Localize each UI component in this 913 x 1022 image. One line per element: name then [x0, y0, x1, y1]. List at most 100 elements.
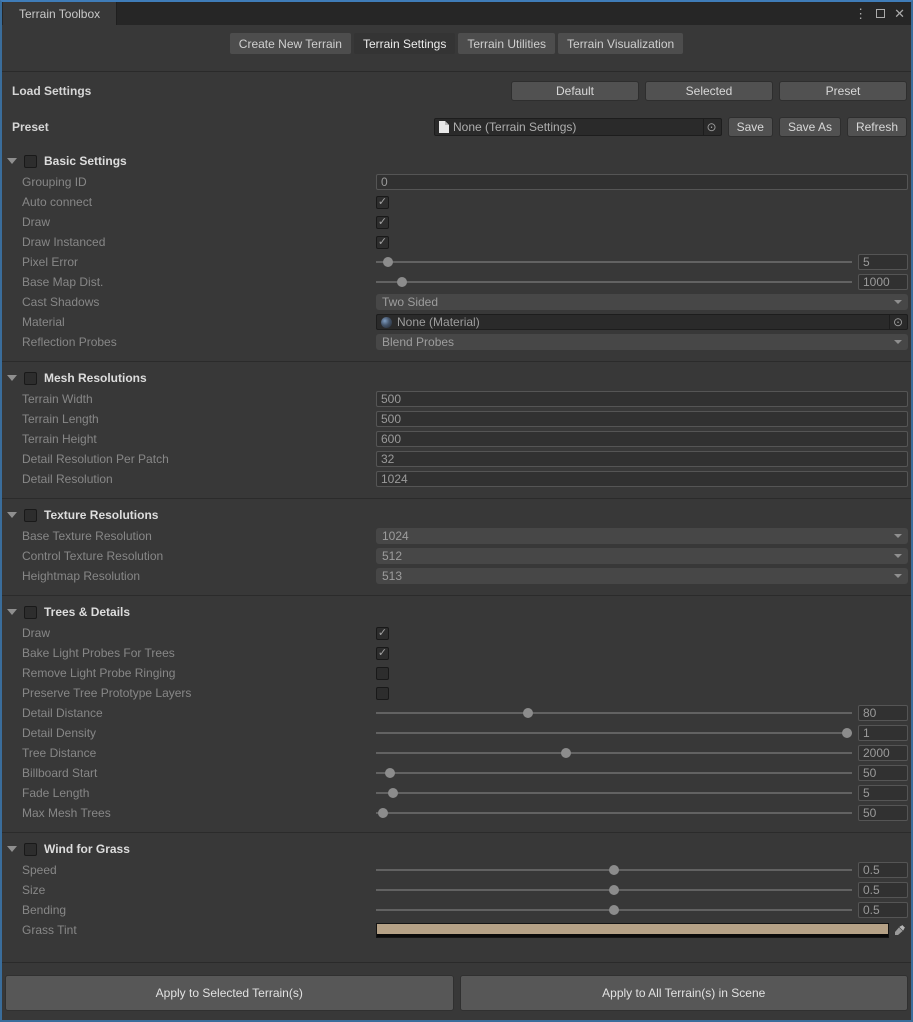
fade-length-value-input[interactable]: 5	[858, 785, 908, 801]
foldout-triangle-icon[interactable]	[7, 846, 17, 852]
max-mesh-trees-value-input[interactable]: 50	[858, 805, 908, 821]
setting-row-draw: Draw✓	[2, 212, 911, 232]
speed-slider[interactable]	[376, 863, 852, 877]
size-slider[interactable]	[376, 883, 852, 897]
load-selected-button[interactable]: Selected	[645, 81, 773, 101]
max-mesh-trees-slider[interactable]	[376, 806, 852, 820]
foldout-triangle-icon[interactable]	[7, 158, 17, 164]
pixel-error-value-input[interactable]: 5	[858, 254, 908, 270]
terrain-width-input[interactable]: 500	[376, 391, 908, 407]
save-button[interactable]: Save	[728, 117, 773, 137]
dropdown-value: 512	[382, 549, 402, 563]
preset-object-field[interactable]: None (Terrain Settings) ⊙	[434, 118, 722, 136]
preserve-tree-prototype-layers-checkbox[interactable]	[376, 687, 389, 700]
auto-connect-checkbox[interactable]: ✓	[376, 196, 389, 209]
detail-distance-value-input[interactable]: 80	[858, 705, 908, 721]
setting-label: Grass Tint	[2, 923, 376, 937]
slider-handle[interactable]	[383, 257, 393, 267]
object-picker-icon[interactable]: ⊙	[889, 315, 906, 329]
chevron-down-icon	[894, 574, 902, 578]
bake-light-probes-for-trees-checkbox[interactable]: ✓	[376, 647, 389, 660]
section-enable-checkbox[interactable]	[24, 372, 37, 385]
load-default-button[interactable]: Default	[511, 81, 639, 101]
grouping-id-input[interactable]: 0	[376, 174, 908, 190]
material-object-field[interactable]: None (Material)⊙	[376, 314, 908, 330]
slider-handle[interactable]	[609, 905, 619, 915]
tab-terrain-settings[interactable]: Terrain Settings	[354, 33, 455, 54]
base-texture-resolution-dropdown[interactable]: 1024	[376, 528, 908, 544]
tree-distance-slider[interactable]	[376, 746, 852, 760]
section-header-basic-settings: Basic Settings	[2, 150, 911, 172]
foldout-triangle-icon[interactable]	[7, 512, 17, 518]
grass-tint-color-field[interactable]	[376, 923, 889, 938]
base-map-dist-value-input[interactable]: 1000	[858, 274, 908, 290]
reflection-probes-dropdown[interactable]: Blend Probes	[376, 334, 908, 350]
draw-checkbox[interactable]: ✓	[376, 216, 389, 229]
pixel-error-slider[interactable]	[376, 255, 852, 269]
setting-label: Bending	[2, 903, 376, 917]
setting-label: Detail Density	[2, 726, 376, 740]
terrain-length-input[interactable]: 500	[376, 411, 908, 427]
detail-resolution-input[interactable]: 1024	[376, 471, 908, 487]
slider-handle[interactable]	[609, 865, 619, 875]
title-bar: Terrain Toolbox ⋮ ✕	[2, 2, 911, 25]
bending-value-input[interactable]: 0.5	[858, 902, 908, 918]
section-enable-checkbox[interactable]	[24, 606, 37, 619]
kebab-menu-icon[interactable]: ⋮	[854, 7, 867, 20]
section-title: Trees & Details	[44, 605, 130, 619]
maximize-icon[interactable]	[876, 9, 885, 18]
slider-handle[interactable]	[842, 728, 852, 738]
setting-label: Draw	[2, 215, 376, 229]
setting-control: 80	[376, 705, 908, 721]
section-enable-checkbox[interactable]	[24, 155, 37, 168]
setting-label: Speed	[2, 863, 376, 877]
object-picker-icon[interactable]: ⊙	[703, 119, 720, 135]
bending-slider[interactable]	[376, 903, 852, 917]
heightmap-resolution-dropdown[interactable]: 513	[376, 568, 908, 584]
eyedropper-icon[interactable]	[891, 922, 908, 938]
section-enable-checkbox[interactable]	[24, 843, 37, 856]
detail-distance-slider[interactable]	[376, 706, 852, 720]
slider-handle[interactable]	[378, 808, 388, 818]
detail-density-slider[interactable]	[376, 726, 852, 740]
tab-create-new-terrain[interactable]: Create New Terrain	[230, 33, 351, 54]
setting-row-speed: Speed 0.5	[2, 860, 911, 880]
load-preset-button[interactable]: Preset	[779, 81, 907, 101]
slider-handle[interactable]	[609, 885, 619, 895]
remove-light-probe-ringing-checkbox[interactable]	[376, 667, 389, 680]
detail-resolution-per-patch-input[interactable]: 32	[376, 451, 908, 467]
billboard-start-value-input[interactable]: 50	[858, 765, 908, 781]
size-value-input[interactable]: 0.5	[858, 882, 908, 898]
setting-control: 0.5	[376, 902, 908, 918]
draw-instanced-checkbox[interactable]: ✓	[376, 236, 389, 249]
base-map-dist-slider[interactable]	[376, 275, 852, 289]
section-enable-checkbox[interactable]	[24, 509, 37, 522]
apply-all-terrains-button[interactable]: Apply to All Terrain(s) in Scene	[460, 975, 909, 1011]
draw-checkbox[interactable]: ✓	[376, 627, 389, 640]
refresh-button[interactable]: Refresh	[847, 117, 907, 137]
cast-shadows-dropdown[interactable]: Two Sided	[376, 294, 908, 310]
slider-handle[interactable]	[523, 708, 533, 718]
slider-handle[interactable]	[388, 788, 398, 798]
close-icon[interactable]: ✕	[894, 7, 905, 20]
slider-handle[interactable]	[561, 748, 571, 758]
foldout-triangle-icon[interactable]	[7, 375, 17, 381]
save-as-button[interactable]: Save As	[779, 117, 841, 137]
foldout-triangle-icon[interactable]	[7, 609, 17, 615]
control-texture-resolution-dropdown[interactable]: 512	[376, 548, 908, 564]
tab-terrain-utilities[interactable]: Terrain Utilities	[458, 33, 555, 54]
slider-handle[interactable]	[397, 277, 407, 287]
fade-length-slider[interactable]	[376, 786, 852, 800]
terrain-height-input[interactable]: 600	[376, 431, 908, 447]
slider-handle[interactable]	[385, 768, 395, 778]
tab-terrain-visualization[interactable]: Terrain Visualization	[558, 33, 683, 54]
setting-control: ✓	[376, 196, 908, 209]
window-tab-terrain-toolbox[interactable]: Terrain Toolbox	[3, 2, 117, 25]
speed-value-input[interactable]: 0.5	[858, 862, 908, 878]
tree-distance-value-input[interactable]: 2000	[858, 745, 908, 761]
dropdown-value: Blend Probes	[382, 335, 454, 349]
chevron-down-icon	[894, 340, 902, 344]
apply-selected-terrains-button[interactable]: Apply to Selected Terrain(s)	[5, 975, 454, 1011]
billboard-start-slider[interactable]	[376, 766, 852, 780]
detail-density-value-input[interactable]: 1	[858, 725, 908, 741]
